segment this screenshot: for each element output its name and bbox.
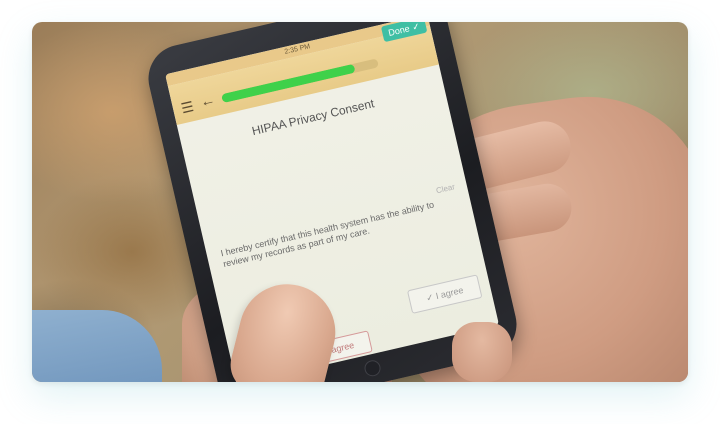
done-label: Done: [387, 23, 411, 38]
agree-button[interactable]: ✓ I agree: [406, 274, 483, 314]
agree-label: I agree: [434, 284, 465, 302]
menu-icon[interactable]: ☰: [179, 98, 195, 116]
clear-link[interactable]: Clear: [435, 182, 456, 195]
back-arrow-icon[interactable]: ←: [198, 91, 216, 111]
blue-sleeve: [32, 310, 162, 382]
agree-check-icon: ✓: [425, 291, 435, 304]
check-icon: ✓: [411, 22, 421, 33]
right-thumb: [452, 322, 512, 382]
home-button[interactable]: [362, 358, 382, 378]
page: 2:35 PM ☰ ← Done✓ HIPAA Privacy Consent …: [0, 0, 720, 424]
consent-text: I hereby certify that this health system…: [219, 199, 435, 270]
photo-card: 2:35 PM ☰ ← Done✓ HIPAA Privacy Consent …: [32, 22, 688, 382]
progress-fill: [221, 63, 356, 104]
